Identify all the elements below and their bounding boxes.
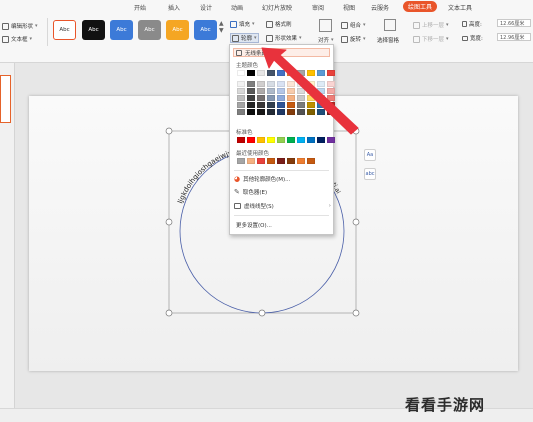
edit-shape-icon <box>2 22 9 30</box>
height-icon <box>462 21 467 27</box>
edit-shape-label: 编辑形状 <box>11 24 34 30</box>
send-backward-label: 下移一层 <box>422 37 445 43</box>
submenu-arrow-icon: › <box>328 203 331 209</box>
resize-handle[interactable] <box>352 218 360 226</box>
color-swatch[interactable] <box>257 158 265 164</box>
no-line-icon <box>236 49 242 56</box>
width-label-group: 宽度: <box>462 34 483 42</box>
tab-design[interactable]: 设计 <box>200 3 212 12</box>
tab-text-tools[interactable]: 文本工具 <box>448 3 472 12</box>
color-swatch[interactable] <box>307 158 315 164</box>
dash-type-label: 虚线线型(S) <box>244 204 274 210</box>
dash-type-option[interactable]: 虚线线型(S) › <box>234 202 331 210</box>
bring-forward-label: 上移一层 <box>422 23 445 29</box>
eyedropper-icon: ✎ <box>234 188 240 196</box>
recent-colors-label: 最近使用颜色 <box>236 151 270 157</box>
height-input[interactable]: 12.66厘米 <box>497 19 531 27</box>
tab-insert[interactable]: 插入 <box>168 3 180 12</box>
tab-start[interactable]: 开始 <box>134 3 146 12</box>
color-swatch[interactable] <box>247 158 255 164</box>
fill-button[interactable]: 填充 ▾ <box>230 20 255 28</box>
format-painter-label: 格式刷 <box>275 22 292 28</box>
shape-layout-button[interactable]: Aa <box>364 149 376 161</box>
more-settings-option[interactable]: 更多设置(O)... <box>236 221 272 229</box>
watermark-logo: 看看手游网 <box>405 396 486 414</box>
text-box-label: 文本框 <box>11 37 28 43</box>
send-backward-button[interactable]: 下移一层 ▾ <box>413 35 449 43</box>
color-swatch[interactable] <box>237 137 245 143</box>
tab-animation[interactable]: 动画 <box>231 3 243 12</box>
align-icon[interactable] <box>319 19 332 32</box>
format-painter-button[interactable]: 格式刷 <box>266 20 292 28</box>
group-button[interactable]: 组合 ▾ <box>341 21 366 29</box>
tab-bar: 开始 插入 设计 动画 幻灯片放映 审阅 视图 云服务 绘图工具 文本工具 <box>0 0 533 13</box>
bring-forward-icon <box>413 21 420 29</box>
text-box-button[interactable]: 文本框 ▾ <box>2 35 32 43</box>
resize-handle[interactable] <box>165 127 173 135</box>
resize-handle[interactable] <box>165 309 173 317</box>
eyedropper-option[interactable]: ✎ 取色器(E) <box>234 188 267 196</box>
edit-shape-button[interactable]: 编辑形状 ▾ <box>2 22 38 30</box>
color-swatch[interactable] <box>297 158 305 164</box>
curved-text: ljgkdoihgioshgaeiwjyt <box>176 148 236 205</box>
tab-drawing-tools[interactable]: 绘图工具 <box>403 1 438 12</box>
more-outline-colors-option[interactable]: ◕ 其他轮廓颜色(M)... <box>234 175 290 183</box>
selection-pane-button[interactable]: 选择窗格 <box>377 36 399 44</box>
ribbon-divider <box>47 18 48 46</box>
fill-icon <box>230 20 237 28</box>
more-settings-label: 更多设置(O)... <box>236 223 272 229</box>
group-icon <box>341 21 348 29</box>
send-backward-icon <box>413 35 420 43</box>
tab-view[interactable]: 视图 <box>343 3 355 12</box>
recent-colors-row <box>237 158 335 164</box>
color-swatch[interactable] <box>237 109 245 115</box>
color-swatch[interactable] <box>277 158 285 164</box>
slide-thumbnail-pane <box>0 63 15 421</box>
dash-type-icon <box>234 203 241 209</box>
color-swatch[interactable] <box>287 158 295 164</box>
height-label: 高度: <box>469 22 482 28</box>
tab-review[interactable]: 审阅 <box>312 3 324 12</box>
outline-icon <box>232 34 239 42</box>
shape-style-3[interactable]: Abc <box>110 20 133 40</box>
fill-label: 填充 <box>239 22 251 28</box>
text-box-icon <box>2 35 9 43</box>
eyedropper-label: 取色器(E) <box>242 190 268 196</box>
width-icon <box>462 35 468 41</box>
tab-cloud[interactable]: 云服务 <box>371 3 389 12</box>
color-swatch[interactable] <box>237 81 245 87</box>
text-effect-button[interactable]: abc <box>364 168 376 180</box>
width-input[interactable]: 12.96厘米 <box>497 33 531 41</box>
slide-thumbnail[interactable] <box>0 75 11 123</box>
resize-handle[interactable] <box>352 309 360 317</box>
shape-style-5[interactable]: Abc <box>166 20 189 40</box>
resize-handle[interactable] <box>258 309 266 317</box>
shape-style-6[interactable]: Abc <box>194 20 217 40</box>
group-label: 组合 <box>350 23 362 29</box>
color-swatch[interactable] <box>267 158 275 164</box>
color-swatch[interactable] <box>237 95 245 101</box>
bring-forward-button[interactable]: 上移一层 ▾ <box>413 21 449 29</box>
more-outline-colors-label: 其他轮廓颜色(M)... <box>243 177 291 183</box>
shape-style-1[interactable]: Abc <box>53 20 76 40</box>
color-swatch[interactable] <box>237 70 245 76</box>
width-label: 宽度: <box>470 36 483 42</box>
tab-slideshow[interactable]: 幻灯片放映 <box>262 3 292 12</box>
color-swatch[interactable] <box>237 88 245 94</box>
selection-pane-label: 选择窗格 <box>377 38 400 44</box>
color-swatch[interactable] <box>237 102 245 108</box>
menu-separator <box>234 215 329 216</box>
resize-handle[interactable] <box>165 218 173 226</box>
menu-separator <box>234 170 329 171</box>
style-gallery-scroll[interactable]: ▲ ▼ <box>219 20 224 34</box>
shape-style-4[interactable]: Abc <box>138 20 161 40</box>
height-label-group: 高度: <box>462 20 482 28</box>
shape-style-2[interactable]: Abc <box>82 20 105 40</box>
format-painter-icon <box>266 20 273 28</box>
color-swatch[interactable] <box>237 158 245 164</box>
annotation-arrow <box>261 47 359 135</box>
selection-pane-icon[interactable] <box>384 19 396 31</box>
palette-icon: ◕ <box>234 175 241 183</box>
